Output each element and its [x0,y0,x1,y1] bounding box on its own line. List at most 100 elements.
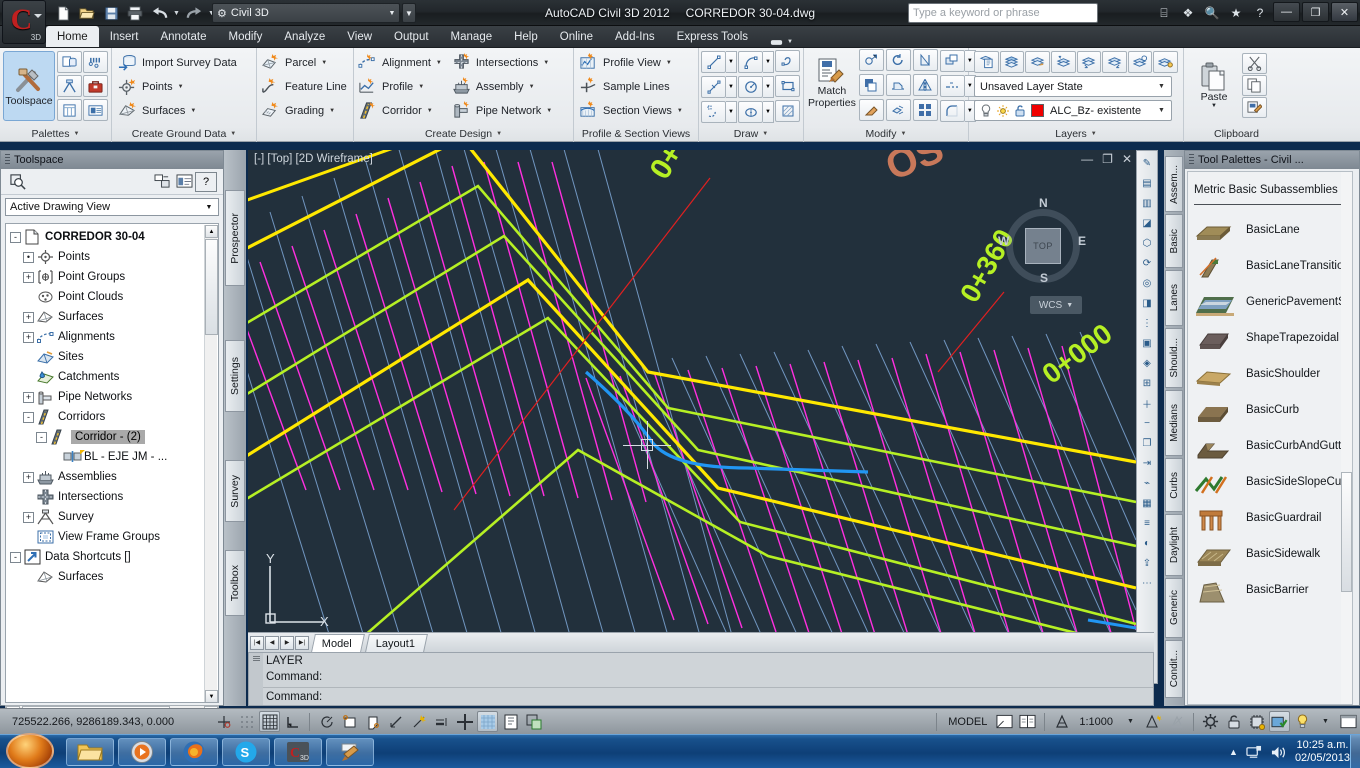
chevron-down-icon[interactable]: ▼ [329,108,335,114]
panorama-icon[interactable] [151,172,173,192]
expand-icon[interactable]: + [23,511,34,523]
polar-icon[interactable] [316,711,337,732]
view-selector-combo[interactable]: Active Drawing View ▼ [5,198,219,216]
palette-tool-basiccurbandgutter[interactable]: BasicCurbAndGutter [1188,431,1352,467]
preview-icon[interactable] [173,172,195,192]
workspace-overflow-button[interactable]: ▼ [402,3,416,23]
taskbar-item-paint[interactable] [326,737,374,766]
corridor-offset-icon[interactable]: ⇥ [1138,454,1156,472]
intersections-button[interactable]: Intersections ▼ [452,51,554,75]
layer-state-combo[interactable]: Unsaved Layer State ▼ [974,76,1172,97]
corridor-view-icon[interactable]: ◈ [1138,354,1156,372]
palette-tool-basicsideslopecutditch[interactable]: BasicSideSlopeCutDitch [1188,467,1352,503]
array-icon[interactable] [939,50,965,72]
tree-item-point-groups[interactable]: + Point Groups [10,267,204,287]
tree-item-assemblies[interactable]: + Assemblies [10,467,204,487]
undo-icon[interactable] [148,2,170,24]
palette-tool-basiclane[interactable]: BasicLane [1188,215,1352,251]
paste-special-icon[interactable] [1242,97,1267,118]
layer-off-icon[interactable] [1076,51,1102,73]
new-icon[interactable] [52,2,74,24]
lineweight-icon[interactable] [431,711,452,732]
tree-item-points[interactable]: • Points [10,247,204,267]
osnap-icon[interactable] [213,711,234,732]
otrack-icon[interactable] [362,711,383,732]
chevron-down-icon[interactable]: ▼ [418,84,424,90]
settings-icon[interactable] [83,51,108,73]
drag-grip-icon[interactable] [5,154,10,166]
expand-icon[interactable]: + [23,331,34,343]
viewport-close-button[interactable]: ✕ [1122,152,1132,166]
corridor-targets-icon[interactable]: ◎ [1138,274,1156,292]
search-icon[interactable] [7,172,29,192]
layer-unlock-icon[interactable] [1014,104,1026,117]
open-icon[interactable] [76,2,98,24]
corridor-more-icon[interactable]: ⋯ [1138,574,1156,592]
start-button[interactable] [6,733,54,768]
corridor-remove-icon[interactable]: − [1138,414,1156,432]
viewport-label[interactable]: [-] [Top] [2D Wireframe] [254,153,373,165]
grid-snap-icon[interactable] [236,711,257,732]
next-layout-button[interactable]: ▶ [280,635,294,650]
move-icon[interactable] [858,49,884,71]
corridor-report-icon[interactable]: ▦ [1138,494,1156,512]
hatch-icon[interactable] [775,100,800,122]
pipe-network-button[interactable]: Pipe Network ▼ [452,99,554,123]
help-icon[interactable]: ? [1250,3,1270,23]
profile-button[interactable]: Profile ▼ [358,75,444,99]
show-hidden-icons-icon[interactable]: ▲ [1229,747,1238,757]
erase-icon[interactable] [858,99,884,121]
drawing-canvas[interactable]: [-] [Top] [2D Wireframe] — ❐ ✕ TOP N S E… [248,150,1136,650]
panel-title-create-ground-data[interactable]: Create Ground Data ▼ [112,125,256,142]
prospector-icon[interactable] [57,51,82,73]
last-layout-button[interactable]: ▶| [295,635,309,650]
clean-screen-icon[interactable] [1338,711,1359,732]
corridor-button[interactable]: Corridor ▼ [358,99,444,123]
chevron-down-icon[interactable]: ▼ [190,108,196,114]
palette-tool-basicbarrier[interactable]: BasicBarrier [1188,575,1352,611]
assembly-button[interactable]: Assembly ▼ [452,75,554,99]
mirror-icon[interactable] [912,74,938,96]
tab-express-tools[interactable]: Express Tools [666,26,759,47]
tab-conditional[interactable]: Condit... [1165,640,1183,698]
corridor-properties-icon[interactable]: ▤ [1138,174,1156,192]
taskbar-clock[interactable]: 10:25 a.m. 02/05/2013 [1295,739,1350,765]
tree-item-alignments[interactable]: + Alignments [10,327,204,347]
panel-title-clipboard[interactable]: Clipboard [1184,125,1289,142]
feature-line-button[interactable]: Feature Line [261,75,353,99]
palette-tool-genericpavementstructure[interactable]: GenericPavementStructure [1188,287,1352,323]
circle-icon[interactable] [738,76,763,98]
chevron-down-icon[interactable]: ▼ [529,84,535,90]
spline-tool[interactable]: ▼ [701,100,737,124]
panel-title-profile-section-views[interactable]: Profile & Section Views [574,125,698,142]
tool-palettes-title-bar[interactable]: Tool Palettes - Civil ... [1185,151,1359,169]
import-survey-data-button[interactable]: Import Survey Data [118,51,256,75]
chevron-down-icon[interactable]: ▼ [726,101,737,123]
tab-daylight[interactable]: Daylight [1165,514,1183,576]
line-tool[interactable]: ▼ [701,50,737,74]
view-cube[interactable]: TOP N S E W [998,196,1086,287]
toolspace-button[interactable]: Toolspace [3,51,55,121]
annotation-monitor-icon[interactable] [523,711,544,732]
layer-freeze-icon[interactable] [1025,51,1050,73]
corridor-copy-icon[interactable]: ❐ [1138,434,1156,452]
tree-item-view-frame-groups[interactable]: View Frame Groups [10,527,204,547]
palette-tool-basiccurb[interactable]: BasicCurb [1188,395,1352,431]
layer-match-icon[interactable] [999,51,1025,73]
palette-tool-basicsidewalk[interactable]: BasicSidewalk [1188,539,1352,575]
expand-icon[interactable]: + [23,271,34,283]
corridor-feature-icon[interactable]: ⌁ [1138,474,1156,492]
plot-icon[interactable] [124,2,146,24]
undo-dropdown[interactable]: ▼ [172,2,181,24]
tree-item-data-shortcuts[interactable]: - Data Shortcuts [] [10,547,204,567]
cut-icon[interactable] [1242,53,1267,74]
viewport-single-icon[interactable] [994,711,1015,732]
show-desktop-button[interactable] [1350,735,1360,768]
tab-online[interactable]: Online [549,26,604,47]
minimize-button[interactable]: — [1273,2,1300,22]
sample-lines-button[interactable]: Sample Lines [579,75,698,99]
tab-toolbox[interactable]: Toolbox [225,550,245,616]
tab-assemblies[interactable]: Assem... [1165,156,1183,212]
tree-indent[interactable]: • [23,251,34,263]
chevron-down-icon[interactable]: ▼ [1154,107,1169,114]
